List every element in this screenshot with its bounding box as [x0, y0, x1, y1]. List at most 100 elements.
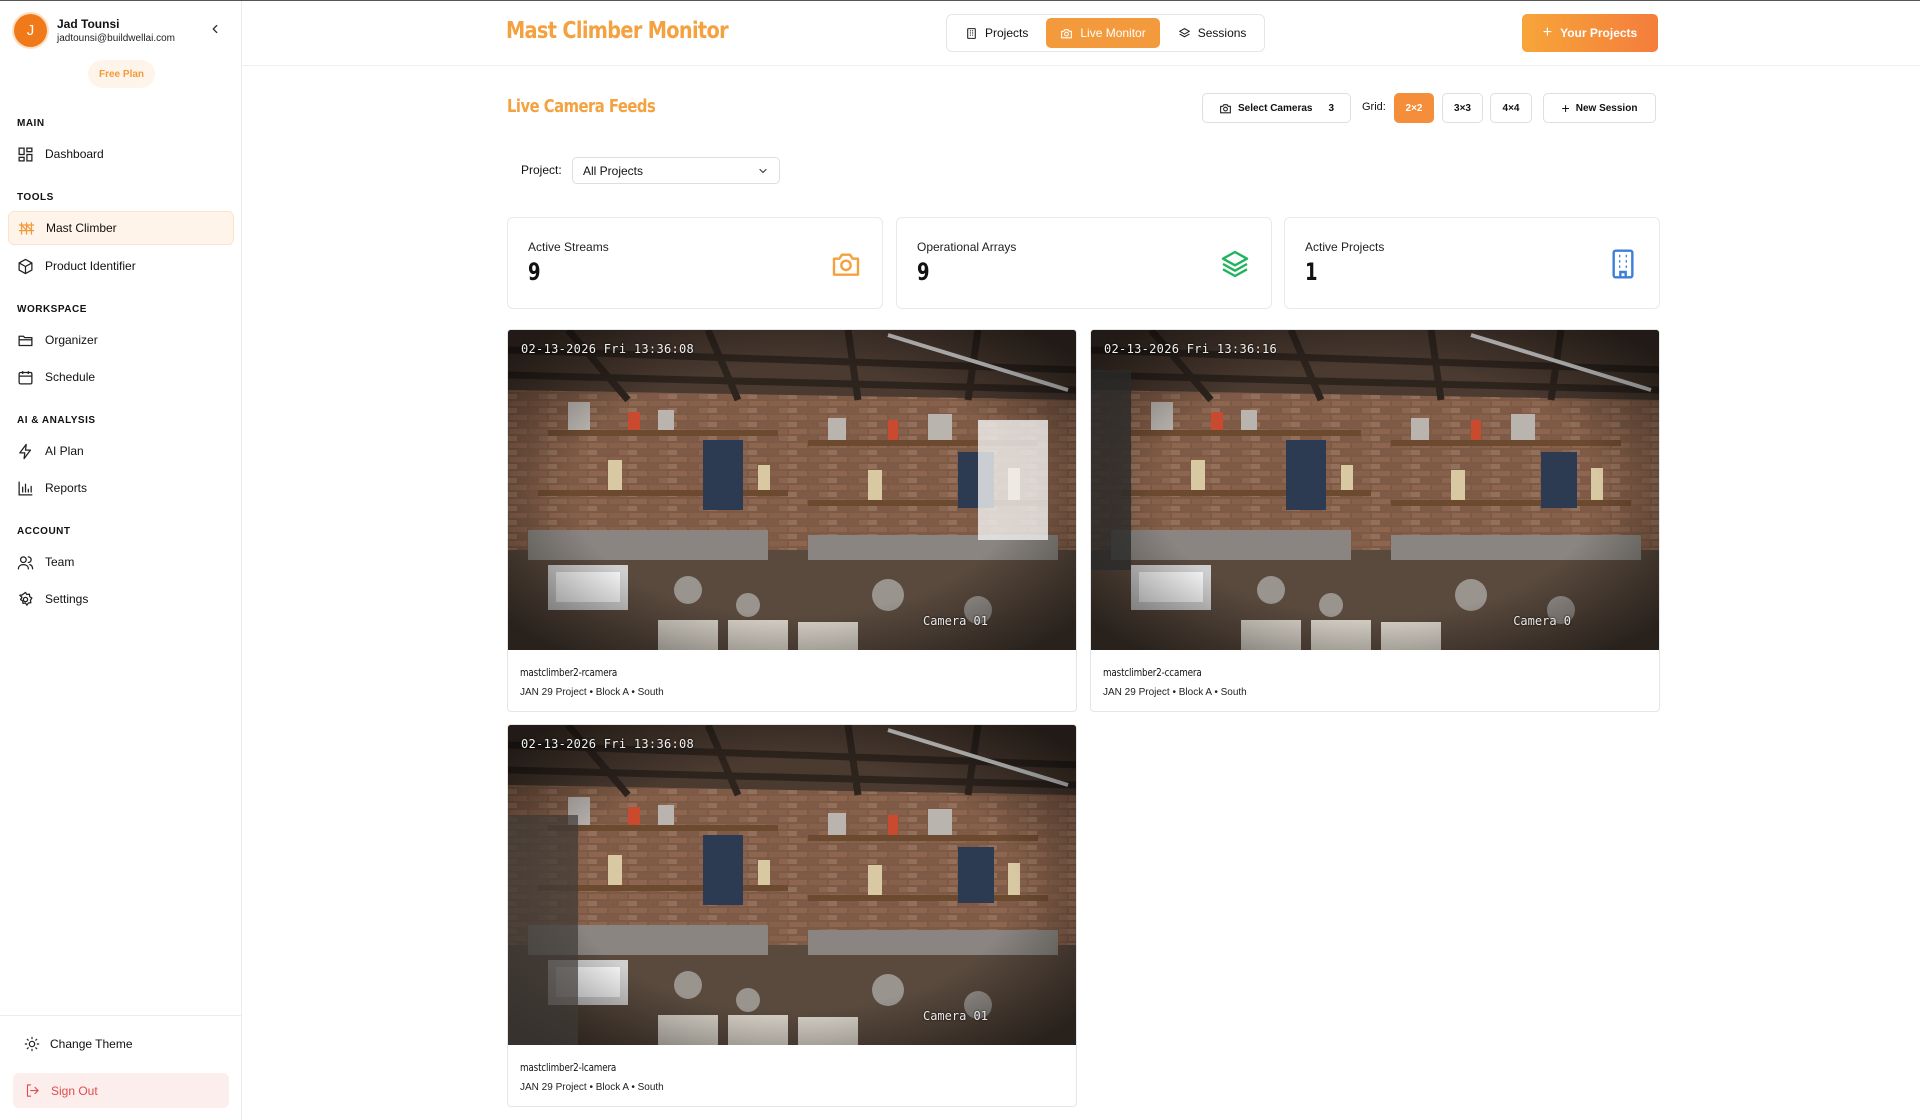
- section-title: Live Camera Feeds: [507, 96, 656, 117]
- section-ai: AI & ANALYSIS: [17, 415, 96, 426]
- camera-meta: JAN 29 Project • Block A • South: [520, 687, 664, 698]
- avatar: J: [14, 14, 47, 47]
- plan-badge: Free Plan: [88, 60, 156, 88]
- tab-label: Live Monitor: [1080, 26, 1146, 40]
- sidebar-item-label: Mast Climber: [46, 221, 117, 235]
- bar-chart-icon: [18, 480, 33, 496]
- cube-icon: [18, 258, 33, 274]
- camera-feed-image: [1091, 330, 1660, 650]
- section-workspace: WORKSPACE: [17, 304, 87, 315]
- feed-timestamp: 02-13-2026 Fri 13:36:08: [521, 342, 695, 356]
- layers-icon: [1221, 250, 1249, 278]
- sidebar-item-label: Reports: [45, 481, 88, 495]
- building-icon: [967, 27, 976, 39]
- page-title: Mast Climber Monitor: [506, 18, 729, 44]
- tab-projects[interactable]: Projects: [951, 18, 1042, 48]
- project-select[interactable]: All Projects: [572, 157, 780, 184]
- sidebar-item-product-identifier[interactable]: Product Identifier: [8, 249, 234, 283]
- stat-value: 9: [528, 258, 541, 286]
- new-session-label: New Session: [1575, 102, 1638, 114]
- camera-name: mastclimber2-ccamera: [1103, 666, 1202, 679]
- stat-label: Operational Arrays: [917, 240, 1017, 254]
- sidebar-item-ai-plan[interactable]: AI Plan: [8, 434, 234, 468]
- sidebar-item-team[interactable]: Team: [8, 545, 234, 579]
- project-select-value: All Projects: [583, 163, 644, 178]
- stat-value: 9: [917, 258, 930, 286]
- dashboard-icon: [18, 146, 33, 162]
- section-account: ACCOUNT: [17, 526, 71, 537]
- sidebar-item-label: Schedule: [45, 370, 96, 384]
- select-cameras-label: Select Cameras: [1237, 102, 1313, 114]
- camera-icon: [1220, 103, 1231, 113]
- feed-timestamp: 02-13-2026 Fri 13:36:16: [1104, 342, 1278, 356]
- user-profile[interactable]: J Jad Tounsi jadtounsi@buildwellai.com: [14, 14, 175, 47]
- stat-label: Active Streams: [528, 240, 609, 254]
- plus-icon: +: [1542, 24, 1553, 41]
- sidebar-item-reports[interactable]: Reports: [8, 471, 234, 505]
- camera-icon: [1061, 28, 1073, 38]
- tab-live-monitor[interactable]: Live Monitor: [1046, 18, 1160, 48]
- sidebar: J Jad Tounsi jadtounsi@buildwellai.com F…: [0, 0, 242, 1120]
- camera-name: mastclimber2-lcamera: [520, 1061, 617, 1074]
- sidebar-item-label: Dashboard: [45, 147, 104, 161]
- camera-card[interactable]: 02-13-2026 Fri 13:36:16 Camera 0 mastcli…: [1090, 329, 1660, 712]
- your-projects-label: Your Projects: [1560, 26, 1638, 40]
- stat-card-active-streams: Active Streams 9: [507, 217, 883, 309]
- feed-camera-label: Camera 01: [922, 1009, 988, 1023]
- camera-card[interactable]: 02-13-2026 Fri 13:36:08 Camera 01 mastcl…: [507, 329, 1077, 712]
- gear-icon: [19, 591, 33, 606]
- tab-sessions[interactable]: Sessions: [1164, 18, 1261, 48]
- sidebar-item-label: Product Identifier: [45, 259, 136, 273]
- camera-feed-image: [508, 725, 1077, 1045]
- camera-name: mastclimber2-rcamera: [520, 666, 618, 679]
- logout-icon: [26, 1084, 39, 1097]
- camera-feed[interactable]: 02-13-2026 Fri 13:36:08 Camera 01: [508, 330, 1077, 650]
- camera-feed-image: [508, 330, 1077, 650]
- calendar-icon: [18, 370, 33, 385]
- sun-icon: [24, 1036, 40, 1052]
- chevron-down-icon: [759, 168, 767, 173]
- camera-card[interactable]: 02-13-2026 Fri 13:36:08 Camera 01 mastcl…: [507, 724, 1077, 1107]
- new-session-button[interactable]: + New Session: [1543, 93, 1656, 123]
- change-theme-button[interactable]: Change Theme: [24, 1036, 133, 1052]
- sidebar-item-mast-climber[interactable]: Mast Climber: [8, 211, 234, 245]
- sign-out-label: Sign Out: [51, 1083, 98, 1098]
- sidebar-item-schedule[interactable]: Schedule: [8, 360, 234, 394]
- stat-card-active-projects: Active Projects 1: [1284, 217, 1660, 309]
- tab-label: Sessions: [1197, 26, 1247, 40]
- stat-label: Active Projects: [1305, 240, 1385, 254]
- section-main: MAIN: [17, 118, 45, 129]
- chevron-left-icon[interactable]: [208, 22, 222, 36]
- camera-feed[interactable]: 02-13-2026 Fri 13:36:08 Camera 01: [508, 725, 1077, 1045]
- layers-icon: [1178, 27, 1190, 37]
- plus-icon: +: [1561, 100, 1570, 116]
- selected-count-badge: 3: [1328, 102, 1335, 114]
- sign-out-button[interactable]: Sign Out: [13, 1073, 229, 1108]
- scaffold-icon: [18, 221, 35, 235]
- stat-value: 1: [1305, 258, 1318, 286]
- view-tabs: Projects Live Monitor Sessions: [946, 14, 1266, 52]
- grid-2x2-button[interactable]: 2×2: [1394, 93, 1434, 123]
- sidebar-item-dashboard[interactable]: Dashboard: [8, 137, 234, 171]
- user-name: Jad Tounsi: [57, 17, 120, 31]
- your-projects-button[interactable]: + Your Projects: [1522, 14, 1658, 52]
- users-icon: [17, 555, 34, 570]
- sidebar-item-label: AI Plan: [45, 444, 84, 458]
- stat-card-operational-arrays: Operational Arrays 9: [896, 217, 1272, 309]
- sidebar-item-label: Organizer: [45, 333, 98, 347]
- tab-label: Projects: [985, 26, 1029, 40]
- sidebar-item-organizer[interactable]: Organizer: [8, 323, 234, 357]
- folder-icon: [18, 335, 33, 346]
- grid-3x3-button[interactable]: 3×3: [1442, 93, 1483, 123]
- grid-label: Grid:: [1362, 101, 1386, 113]
- feed-timestamp: 02-13-2026 Fri 13:36:08: [521, 737, 695, 751]
- divider: [0, 1015, 242, 1016]
- camera-feed[interactable]: 02-13-2026 Fri 13:36:16 Camera 0: [1091, 330, 1660, 650]
- change-theme-label: Change Theme: [50, 1037, 133, 1051]
- camera-meta: JAN 29 Project • Block A • South: [520, 1082, 664, 1093]
- sidebar-item-settings[interactable]: Settings: [8, 582, 234, 616]
- project-filter-label: Project:: [521, 163, 562, 177]
- select-cameras-button[interactable]: Select Cameras 3: [1202, 93, 1351, 123]
- grid-4x4-button[interactable]: 4×4: [1490, 93, 1532, 123]
- camera-icon: [832, 253, 860, 276]
